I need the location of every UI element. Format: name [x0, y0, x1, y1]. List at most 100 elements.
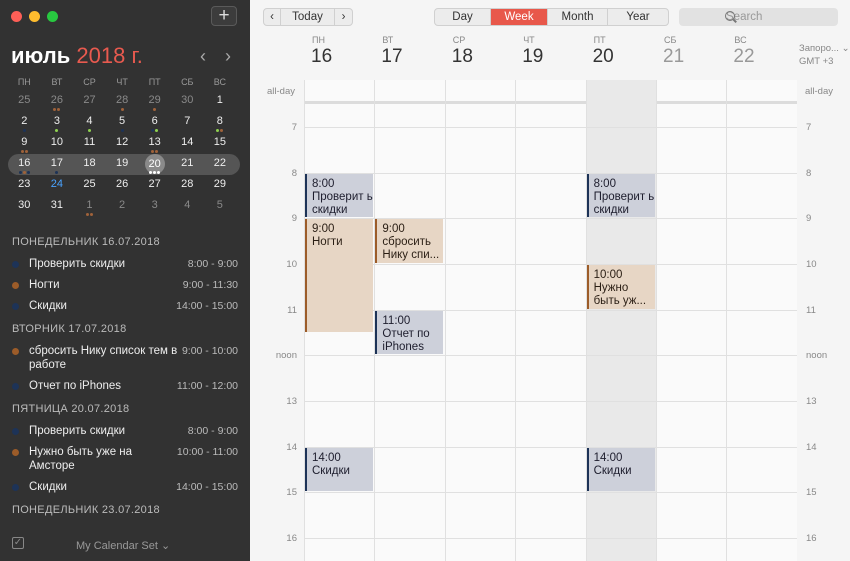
- mini-day[interactable]: 3: [138, 196, 171, 217]
- mini-day[interactable]: 14: [171, 133, 204, 154]
- mini-day[interactable]: 19: [106, 154, 139, 175]
- day-column-header[interactable]: ВС 22: [726, 35, 797, 68]
- mini-day[interactable]: 7: [171, 112, 204, 133]
- day-column[interactable]: [726, 80, 796, 561]
- mini-day[interactable]: 26: [106, 175, 139, 196]
- mini-day[interactable]: 25: [73, 175, 106, 196]
- view-month-button[interactable]: Month: [548, 9, 608, 25]
- mini-day[interactable]: 1: [73, 196, 106, 217]
- day-column-header[interactable]: ПТ 20: [586, 35, 657, 68]
- prev-week-button[interactable]: ‹: [264, 9, 281, 25]
- timezone-selector[interactable]: Запоро... ⌄ GMT +3: [799, 42, 850, 68]
- agenda-event[interactable]: Отчет по iPhones 11:00 - 12:00: [12, 379, 238, 393]
- day-column[interactable]: [515, 80, 585, 561]
- mini-day-today[interactable]: 20: [138, 154, 171, 175]
- mini-day[interactable]: 11: [73, 133, 106, 154]
- mini-day[interactable]: 8: [204, 112, 237, 133]
- mini-day[interactable]: 4: [73, 112, 106, 133]
- mini-day-number: 24: [50, 178, 64, 190]
- mini-day[interactable]: 26: [41, 91, 74, 112]
- mini-day-number: 2: [21, 115, 28, 127]
- add-event-button[interactable]: +: [211, 6, 237, 26]
- mini-day[interactable]: 27: [138, 175, 171, 196]
- mini-day[interactable]: 17: [41, 154, 74, 175]
- mini-day[interactable]: 27: [73, 91, 106, 112]
- agenda-event[interactable]: Скидки 14:00 - 15:00: [12, 480, 238, 494]
- next-month-button[interactable]: ›: [225, 46, 231, 67]
- view-week-button[interactable]: Week: [491, 9, 548, 25]
- agenda-event[interactable]: Ногти 9:00 - 11:30: [12, 278, 238, 292]
- hour-label-left: 10: [286, 258, 297, 270]
- agenda-event[interactable]: сбросить Нику список тем в работе 9:00 - …: [12, 344, 238, 372]
- mini-day[interactable]: 30: [8, 196, 41, 217]
- calendar-event[interactable]: 8:00 Проверит ь скидки: [305, 173, 373, 218]
- day-column[interactable]: [444, 80, 515, 561]
- prev-month-button[interactable]: ‹: [200, 46, 206, 67]
- calendar-event[interactable]: 8:00 Проверит ь скидки: [586, 173, 655, 218]
- week-grid[interactable]: 8:00 Проверит ь скидки 9:00 Ногти 9:00 сброси…: [304, 80, 797, 561]
- mini-day[interactable]: 9: [8, 133, 41, 154]
- mini-day[interactable]: 12: [106, 133, 139, 154]
- agenda-event[interactable]: Нужно быть уже на Амсторе 10:00 - 11:00: [12, 445, 238, 473]
- mini-day[interactable]: 1: [204, 91, 237, 112]
- mini-day[interactable]: 28: [106, 91, 139, 112]
- hour-label-right: 7: [806, 121, 812, 133]
- mini-day[interactable]: 2: [8, 112, 41, 133]
- calendar-event[interactable]: 14:00 Скидки: [586, 447, 655, 492]
- event-dot: [151, 150, 155, 153]
- mini-day[interactable]: 5: [106, 112, 139, 133]
- zoom-window-button[interactable]: [47, 11, 58, 22]
- mini-day[interactable]: 28: [171, 175, 204, 196]
- mini-day-number: 30: [181, 94, 194, 106]
- mini-day[interactable]: 6: [138, 112, 171, 133]
- mini-day[interactable]: 30: [171, 91, 204, 112]
- mini-day[interactable]: 29: [204, 175, 237, 196]
- mini-day[interactable]: 16: [8, 154, 41, 175]
- day-column-header[interactable]: ЧТ 19: [515, 35, 586, 68]
- agenda-event[interactable]: Проверить скидки 8:00 - 9:00: [12, 424, 238, 438]
- mini-day[interactable]: 5: [204, 196, 237, 217]
- calendar-set-selector[interactable]: My Calendar Set ⌄: [76, 539, 170, 552]
- mini-day-number: 13: [148, 136, 161, 148]
- mini-day[interactable]: 13: [138, 133, 171, 154]
- mini-day[interactable]: 23: [8, 175, 41, 196]
- mini-day[interactable]: 21: [171, 154, 204, 175]
- next-week-button[interactable]: ›: [335, 9, 352, 25]
- mini-day[interactable]: 15: [204, 133, 237, 154]
- mini-day-number: 6: [151, 115, 158, 127]
- mini-day[interactable]: 4: [171, 196, 204, 217]
- agenda-event[interactable]: Проверить скидки 8:00 - 9:00: [12, 257, 238, 271]
- mini-day[interactable]: 24: [41, 175, 74, 196]
- mini-day-number: 17: [50, 157, 64, 169]
- minimize-window-button[interactable]: [29, 11, 40, 22]
- mini-weekday: СР: [83, 77, 96, 87]
- search-input[interactable]: Search: [679, 8, 838, 26]
- day-column-header[interactable]: ПН 16: [304, 35, 375, 68]
- calendar-event[interactable]: 14:00 Скидки: [305, 447, 373, 492]
- day-column-header[interactable]: СБ 21: [656, 35, 727, 68]
- mini-day[interactable]: 3: [41, 112, 74, 133]
- day-column-header[interactable]: СР 18: [445, 35, 516, 68]
- day-column-header[interactable]: ВТ 17: [374, 35, 445, 68]
- mini-day[interactable]: 2: [106, 196, 139, 217]
- close-window-button[interactable]: [11, 11, 22, 22]
- mini-day[interactable]: 10: [41, 133, 74, 154]
- calendar-event[interactable]: 10:00 Нужно быть уж...: [586, 264, 655, 309]
- view-day-button[interactable]: Day: [435, 9, 491, 25]
- mini-day[interactable]: 22: [204, 154, 237, 175]
- mini-day[interactable]: 18: [73, 154, 106, 175]
- calendar-event[interactable]: 9:00 Ногти: [305, 219, 373, 332]
- checkbox-icon[interactable]: ✓: [12, 537, 24, 549]
- mini-day[interactable]: 29: [138, 91, 171, 112]
- event-title: Отчет по iPhones: [382, 327, 430, 353]
- event-dot: [55, 129, 59, 132]
- mini-day[interactable]: 25: [8, 91, 41, 112]
- calendar-event[interactable]: 11:00 Отчет по iPhones: [375, 310, 444, 355]
- mini-day[interactable]: 31: [41, 196, 74, 217]
- today-button[interactable]: Today: [281, 9, 335, 25]
- mini-day-number: 21: [181, 157, 194, 169]
- day-column[interactable]: [656, 80, 726, 561]
- agenda-event[interactable]: Скидки 14:00 - 15:00: [12, 299, 238, 313]
- view-year-button[interactable]: Year: [608, 9, 668, 25]
- calendar-event[interactable]: 9:00 сбросить Нику спи...: [375, 219, 444, 263]
